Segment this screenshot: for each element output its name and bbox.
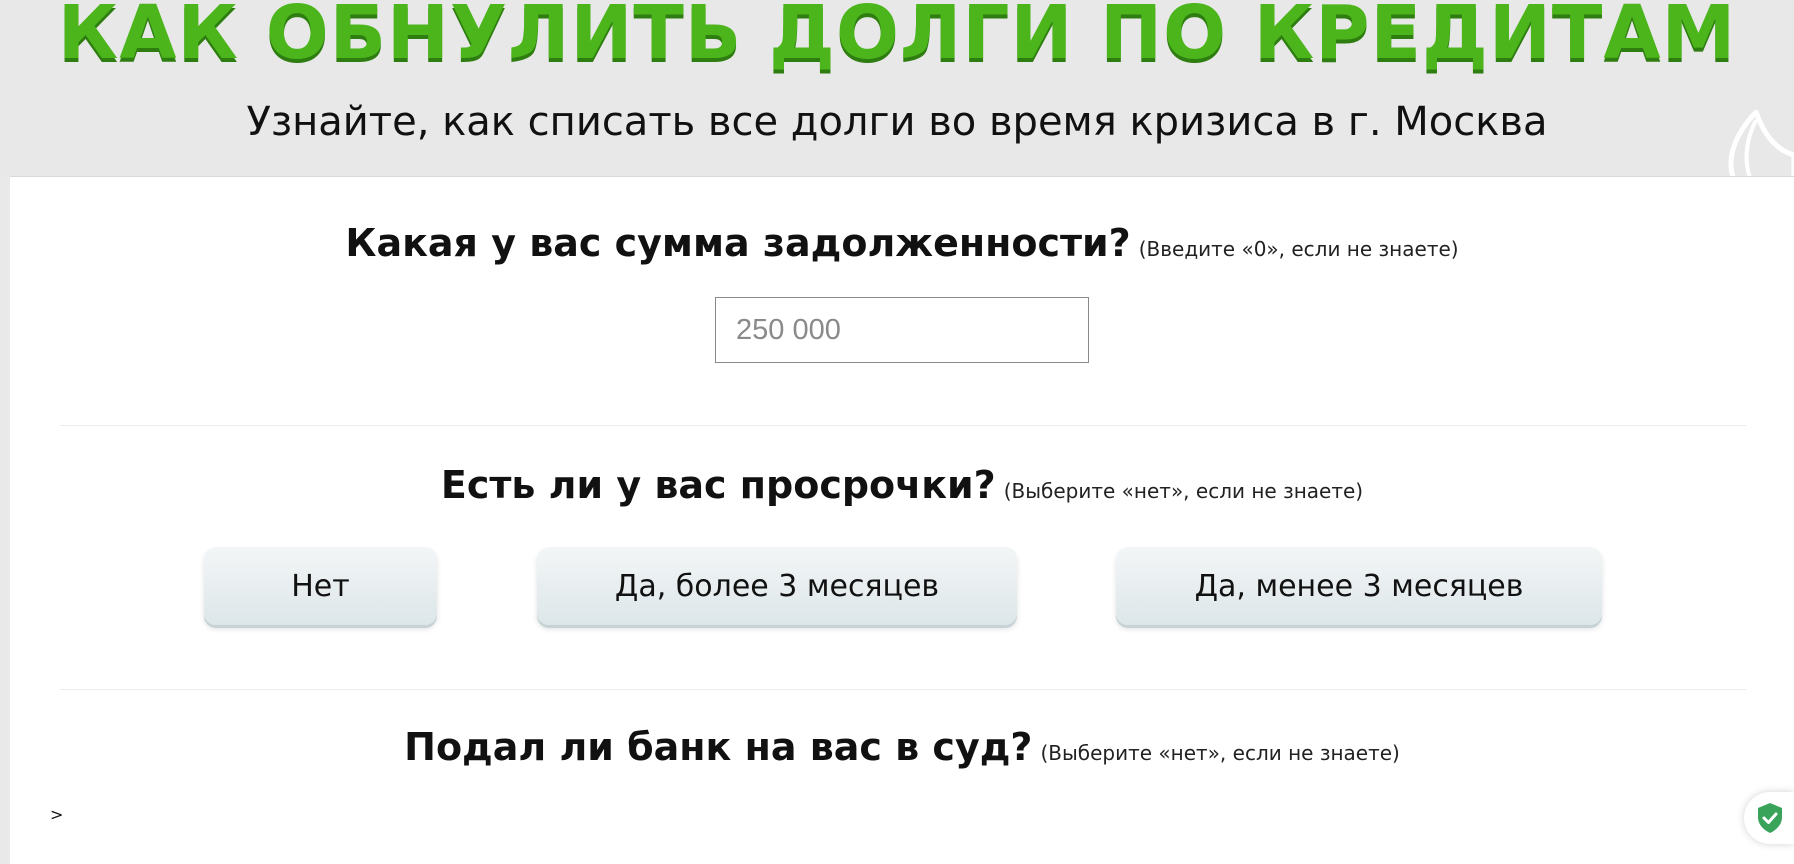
hero-section: КАК ОБНУЛИТЬ ДОЛГИ ПО КРЕДИТАМ Узнайте, … [0,0,1794,180]
question-court: Подал ли банк на вас в суд? (Выберите «не… [10,725,1794,769]
option-more-3-months-button[interactable]: Да, более 3 месяцев [537,547,1017,625]
option-no-button[interactable]: Нет [204,547,437,625]
page-title: КАК ОБНУЛИТЬ ДОЛГИ ПО КРЕДИТАМ [57,0,1737,76]
quiz-card: Какая у вас сумма задолженности? (Введите… [10,176,1794,864]
question-debt-amount: Какая у вас сумма задолженности? (Введите… [10,221,1794,265]
leaf-icon [1728,110,1794,180]
divider [60,689,1746,690]
question-title: Подал ли банк на вас в суд? [404,725,1033,769]
debt-amount-input[interactable] [715,297,1089,363]
chevron-right-icon[interactable]: > [50,805,63,824]
question-hint: (Введите «0», если не знаете) [1138,237,1459,261]
option-less-3-months-button[interactable]: Да, менее 3 месяцев [1116,547,1602,625]
security-badge[interactable] [1744,792,1794,844]
shield-check-icon [1758,803,1782,833]
divider [60,425,1746,426]
page-subtitle: Узнайте, как списать все долги во время … [246,99,1548,145]
question-overdue: Есть ли у вас просрочки? (Выберите «нет»,… [10,463,1794,507]
question-hint: (Выберите «нет», если не знаете) [1003,479,1364,503]
question-hint: (Выберите «нет», если не знаете) [1040,741,1400,765]
question-title: Есть ли у вас просрочки? [440,463,996,507]
question-title: Какая у вас сумма задолженности? [345,221,1131,265]
